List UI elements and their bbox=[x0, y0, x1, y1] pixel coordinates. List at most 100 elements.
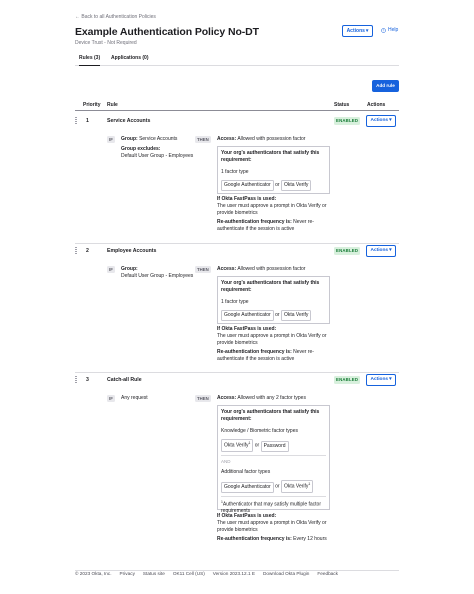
col-rule: Rule bbox=[107, 102, 118, 108]
rule-priority: 2 bbox=[86, 248, 89, 254]
requirements-label: Your org's authenticators that satisfy t… bbox=[221, 150, 320, 163]
authenticator-requirements: Your org's authenticators that satisfy t… bbox=[217, 405, 330, 514]
footer-plugin-link[interactable]: Download Okta Plugin bbox=[263, 571, 309, 577]
reauth-label: Re-authentication frequency is: bbox=[217, 536, 292, 543]
policy-actions-label: Actions bbox=[346, 27, 365, 34]
add-rule-button[interactable]: Add rule bbox=[372, 80, 399, 92]
table-row: 1 Service Accounts ENABLED Actions ▾ IF G… bbox=[75, 114, 399, 244]
access-line: Access: Allowed with any 2 factor types bbox=[217, 395, 306, 402]
chevron-down-icon: ▾ bbox=[389, 376, 392, 382]
fastpass-text: The user must approve a prompt in Okta V… bbox=[217, 519, 327, 533]
rule-actions-button[interactable]: Actions ▾ bbox=[366, 115, 396, 127]
authenticator-google: Google Authenticator bbox=[221, 310, 274, 321]
group-value: Default User Group - Employees bbox=[121, 272, 194, 279]
reauth-label: Re-authentication frequency is: bbox=[217, 219, 292, 226]
access-line: Access: Allowed with possession factor bbox=[217, 266, 305, 273]
authenticator-okta-verify: Okta Verify bbox=[280, 180, 312, 191]
okta-verify-label: Okta Verify bbox=[224, 442, 249, 449]
fastpass-label: If Okta FastPass is used: bbox=[217, 513, 277, 519]
divider bbox=[221, 495, 326, 497]
drag-handle-icon[interactable] bbox=[75, 117, 77, 124]
help-label: Help bbox=[388, 27, 399, 33]
chevron-down-icon: ▾ bbox=[389, 247, 392, 253]
drag-handle-icon[interactable] bbox=[75, 247, 77, 254]
back-link-text: ← Back to all Authentication Policies bbox=[75, 14, 156, 20]
authenticator-requirements: Your org's authenticators that satisfy t… bbox=[217, 276, 330, 324]
access-label: Access: bbox=[217, 395, 237, 401]
chevron-down-icon: ▾ bbox=[365, 27, 369, 34]
status-badge: ENABLED bbox=[334, 247, 361, 255]
fastpass-text: The user must approve a prompt in Okta V… bbox=[217, 202, 327, 216]
access-value: Allowed with possession factor bbox=[237, 136, 306, 142]
rule-name: Employee Accounts bbox=[107, 248, 157, 254]
requirements-label: Your org's authenticators that satisfy t… bbox=[221, 280, 320, 293]
rule-name: Catch-all Rule bbox=[107, 377, 142, 383]
rule-actions-button[interactable]: Actions ▾ bbox=[366, 374, 396, 386]
footer-privacy-link[interactable]: Privacy bbox=[120, 571, 135, 577]
factor-type: 1 factor type bbox=[221, 168, 249, 175]
fastpass-text: The user must approve a prompt in Okta V… bbox=[217, 332, 327, 346]
table-row: 2 Employee Accounts ENABLED Actions ▾ IF … bbox=[75, 244, 399, 373]
footnote-marker: 1 bbox=[248, 441, 251, 446]
help-link[interactable]: ? Help bbox=[381, 27, 398, 34]
footer-copyright: © 2023 Okta, Inc. bbox=[75, 571, 112, 576]
or-text: or bbox=[275, 182, 280, 189]
fastpass-label: If Okta FastPass is used: bbox=[217, 326, 277, 332]
help-icon: ? bbox=[381, 28, 386, 33]
drag-handle-icon[interactable] bbox=[75, 376, 77, 383]
tab-rules[interactable]: Rules (3) bbox=[79, 55, 101, 66]
then-chip: THEN bbox=[195, 136, 211, 143]
if-chip: IF bbox=[107, 136, 115, 143]
access-value: Allowed with any 2 factor types bbox=[237, 395, 306, 401]
authenticator-google: Google Authenticator bbox=[221, 180, 274, 191]
group-value: Service Accounts bbox=[139, 136, 178, 142]
access-label: Access: bbox=[217, 266, 237, 272]
rule-priority: 1 bbox=[86, 118, 89, 124]
authenticator-google: Google Authenticator bbox=[221, 482, 274, 493]
authenticator-okta-verify: Okta Verify1 bbox=[221, 439, 254, 452]
divider bbox=[221, 454, 326, 456]
rule-actions-label: Actions bbox=[370, 247, 389, 253]
page-subtitle: Device Trust - Not Required bbox=[75, 40, 137, 46]
additional-factor-types: Additional factor types bbox=[221, 468, 271, 475]
reauth-value: Every 12 hours bbox=[293, 536, 327, 543]
group-label: Group: bbox=[121, 136, 138, 142]
rule-priority: 3 bbox=[86, 377, 89, 383]
col-status: Status bbox=[334, 102, 350, 108]
back-link[interactable]: ← Back to all Authentication Policies bbox=[75, 14, 156, 21]
okta-verify-label: Okta Verify bbox=[283, 484, 309, 491]
or-text: or bbox=[275, 484, 280, 491]
authenticator-requirements: Your org's authenticators that satisfy t… bbox=[217, 146, 330, 194]
then-chip: THEN bbox=[195, 395, 211, 402]
authenticator-okta-verify: Okta Verify1 bbox=[280, 480, 314, 493]
tab-applications[interactable]: Applications (0) bbox=[111, 55, 149, 62]
access-line: Access: Allowed with possession factor bbox=[217, 136, 305, 143]
footer-status-link[interactable]: Status site bbox=[143, 571, 165, 577]
fastpass-note: If Okta FastPass is used: The user must … bbox=[217, 513, 335, 543]
fastpass-note: If Okta FastPass is used: The user must … bbox=[217, 196, 335, 233]
col-priority: Priority bbox=[83, 102, 101, 108]
or-text: or bbox=[275, 312, 280, 319]
policy-actions-button[interactable]: Actions ▾ bbox=[342, 25, 373, 37]
footer-feedback-link[interactable]: Feedback bbox=[317, 571, 338, 577]
rule-name: Service Accounts bbox=[107, 118, 151, 124]
table-row: 3 Catch-all Rule ENABLED Actions ▾ IF Any… bbox=[75, 373, 399, 561]
rule-actions-label: Actions bbox=[370, 117, 389, 123]
reauth-label: Re-authentication frequency is: bbox=[217, 349, 292, 356]
page-footer: © 2023 Okta, Inc. Privacy Status site OK… bbox=[75, 570, 399, 577]
if-chip: IF bbox=[107, 266, 115, 273]
access-label: Access: bbox=[217, 136, 237, 142]
page-title: Example Authentication Policy No-DT bbox=[75, 26, 259, 38]
footer-version: Version 2023.12.1 E bbox=[212, 571, 255, 576]
authenticator-okta-verify: Okta Verify bbox=[280, 310, 312, 321]
or-text: or bbox=[254, 442, 260, 449]
fastpass-label: If Okta FastPass is used: bbox=[217, 196, 277, 202]
status-badge: ENABLED bbox=[334, 117, 361, 125]
access-value: Allowed with possession factor bbox=[237, 266, 306, 272]
and-separator: AND bbox=[221, 458, 231, 464]
authenticator-password: Password bbox=[260, 440, 289, 452]
rule-actions-label: Actions bbox=[370, 376, 389, 382]
chevron-down-icon: ▾ bbox=[389, 117, 392, 123]
rule-actions-button[interactable]: Actions ▾ bbox=[366, 245, 396, 257]
group-excludes-value: Default User Group - Employees bbox=[121, 152, 194, 159]
